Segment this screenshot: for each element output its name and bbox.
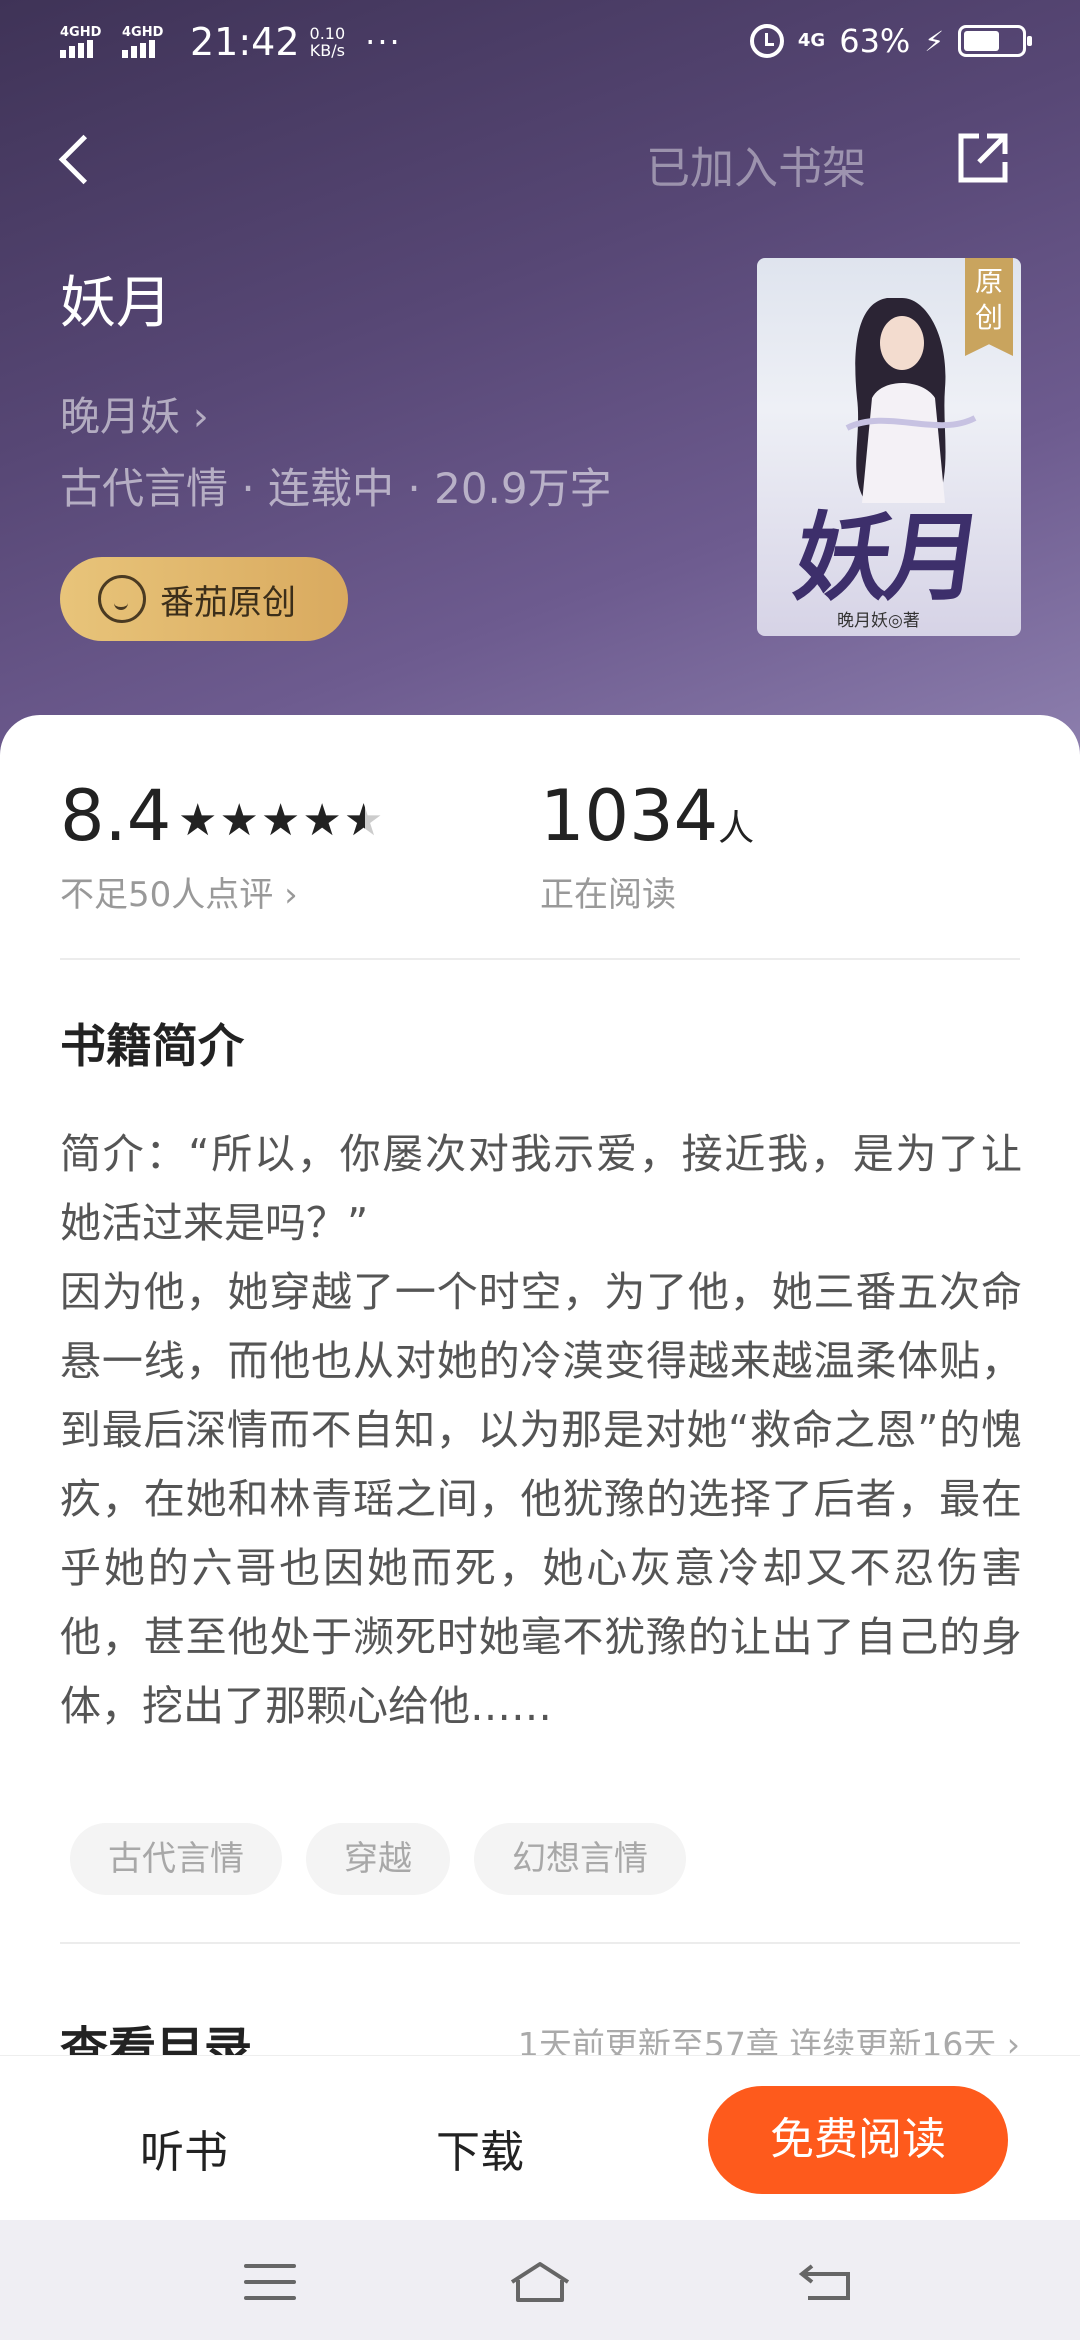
- intro-heading: 书籍简介: [60, 1019, 244, 1073]
- status-time: 21:42: [190, 20, 300, 64]
- reader-count-unit: 人: [718, 808, 755, 849]
- tag[interactable]: 古代言情: [70, 1823, 282, 1895]
- reading-label: 正在阅读: [540, 875, 676, 915]
- home-icon[interactable]: [508, 2258, 572, 2306]
- menu-icon[interactable]: [244, 2264, 296, 2300]
- signal-icon: 4GHD: [122, 26, 174, 58]
- divider: [60, 1942, 1020, 1944]
- battery-icon: [958, 25, 1032, 57]
- star-full-icon: ★: [260, 795, 303, 846]
- more-notifications-icon: ···: [365, 23, 402, 61]
- tag[interactable]: 幻想言情: [474, 1823, 686, 1895]
- alarm-icon: [749, 24, 784, 58]
- network-type: 4G: [797, 30, 826, 51]
- book-meta: 古代言情 · 连载中 · 20.9万字: [60, 464, 612, 513]
- star-full-icon: ★: [302, 795, 344, 846]
- system-nav-bar: [0, 2220, 1080, 2340]
- tag-list: 古代言情 穿越 幻想言情: [70, 1823, 686, 1895]
- cover-author: 晚月妖◎著: [837, 611, 920, 631]
- intro-text[interactable]: 简介：“所以，你屡次对我示爱，接近我，是为了让她活过来是吗？” 因为他，她穿越了…: [60, 1120, 1022, 1741]
- free-read-button[interactable]: 免费阅读: [708, 2086, 1008, 2194]
- action-bar: 听书 下载 免费阅读: [0, 2055, 1080, 2220]
- status-bar: 4GHD 4GHD 21:42 0.10 KB/s ··· 4G 63% ⚡: [0, 0, 1080, 86]
- cover-illustration: [845, 298, 977, 503]
- book-header: 4GHD 4GHD 21:42 0.10 KB/s ··· 4G 63% ⚡ 已…: [0, 0, 1080, 760]
- rating-stars: ★★★★★: [178, 795, 385, 846]
- reader-count-value: 1034: [540, 775, 719, 857]
- back-icon[interactable]: [56, 128, 96, 188]
- rating-score: 8.4: [60, 775, 172, 857]
- tomato-icon: [98, 575, 146, 623]
- toc-title[interactable]: 查看目录: [60, 2010, 252, 2055]
- listen-button[interactable]: 听书: [140, 2116, 228, 2180]
- book-detail-card: 8.4 ★★★★★ 不足50人点评 › 1034人 正在阅读 书籍简介 简介：“…: [0, 715, 1080, 2055]
- star-full-icon: ★: [178, 795, 220, 846]
- star-full-icon: ★: [219, 795, 261, 846]
- signal-icon: 4GHD: [60, 26, 112, 58]
- cover-ribbon: 原创: [965, 258, 1013, 356]
- signal-label: 4GHD: [122, 25, 164, 40]
- toc-update-info[interactable]: 1天前更新至57章 连续更新16天 ›: [518, 2018, 1020, 2055]
- tag[interactable]: 穿越: [306, 1823, 450, 1895]
- added-to-shelf-button[interactable]: 已加入书架: [646, 132, 866, 196]
- reviews-link[interactable]: 不足50人点评 ›: [60, 867, 298, 916]
- author-name: 晚月妖: [60, 394, 180, 440]
- battery-percent: 63%: [839, 22, 911, 60]
- star-half-icon: ★: [344, 795, 385, 846]
- book-cover[interactable]: 原创 妖月 晚月妖◎著: [757, 258, 1021, 636]
- cover-title: 妖月: [787, 501, 984, 614]
- reader-count: 1034人: [540, 775, 754, 857]
- chevron-right-icon: ›: [192, 394, 209, 440]
- share-icon[interactable]: [957, 132, 1009, 184]
- signal-label: 4GHD: [60, 25, 102, 40]
- book-title: 妖月: [60, 271, 172, 336]
- network-speed: 0.10 KB/s: [310, 25, 346, 59]
- divider: [60, 958, 1020, 960]
- author-link[interactable]: 晚月妖 ›: [60, 384, 209, 442]
- battery-fill: [964, 31, 999, 51]
- speed-unit: KB/s: [309, 41, 345, 60]
- charging-icon: ⚡: [924, 24, 944, 58]
- download-button[interactable]: 下载: [436, 2116, 524, 2180]
- badge-label: 番茄原创: [160, 582, 296, 623]
- original-badge[interactable]: 番茄原创: [60, 557, 348, 641]
- back-nav-icon[interactable]: [798, 2262, 854, 2302]
